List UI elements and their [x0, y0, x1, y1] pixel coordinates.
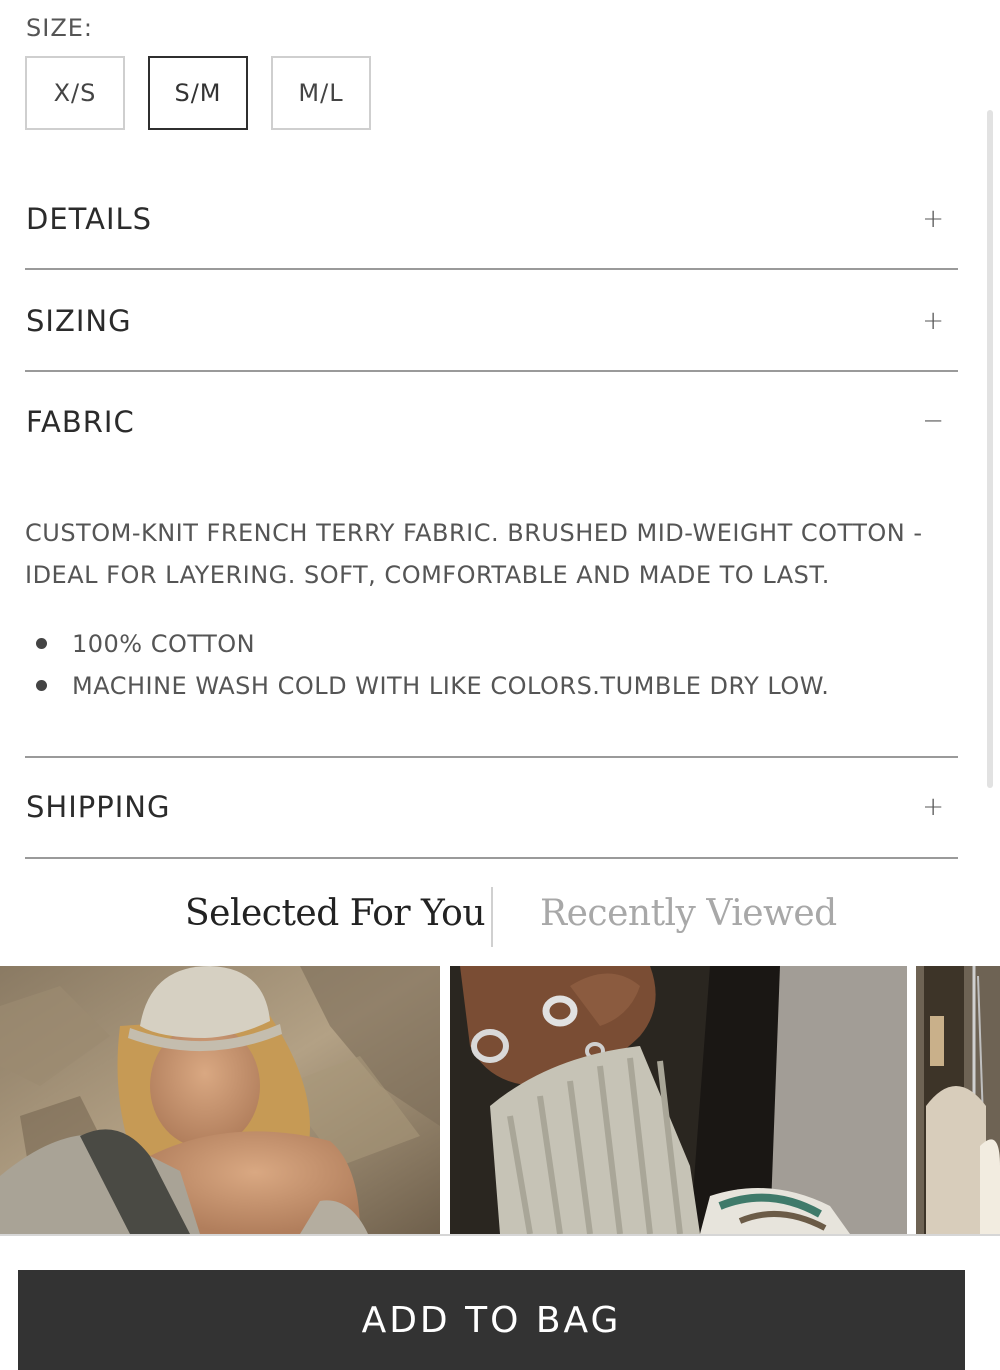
shipping-section: SHIPPING + — [25, 758, 958, 859]
product-photo-partial — [916, 966, 1000, 1234]
tab-divider — [491, 887, 493, 947]
expand-plus-icon[interactable]: + — [922, 204, 944, 234]
bullet-dot-icon — [36, 680, 47, 691]
product-photo-cap-model — [0, 966, 440, 1234]
collapse-minus-icon[interactable]: − — [922, 406, 944, 436]
add-to-bag-button[interactable]: ADD TO BAG — [18, 1270, 965, 1370]
tab-selected-for-you[interactable]: Selected For You — [185, 893, 486, 934]
size-option-xs[interactable]: X/S — [25, 56, 125, 130]
size-option-ml[interactable]: M/L — [271, 56, 371, 130]
expand-plus-icon[interactable]: + — [922, 306, 944, 336]
fabric-description: CUSTOM-KNIT FRENCH TERRY FABRIC. BRUSHED… — [25, 512, 958, 596]
sizing-section: SIZING + — [25, 270, 958, 372]
product-card-image[interactable] — [0, 966, 440, 1234]
details-header[interactable]: DETAILS + — [25, 168, 958, 270]
size-options: X/S S/M M/L — [25, 56, 371, 130]
scrollbar[interactable] — [987, 110, 993, 788]
recommendation-tabs: Selected For You Recently Viewed — [0, 885, 1000, 947]
sizing-header[interactable]: SIZING + — [25, 270, 958, 372]
size-label: SIZE: — [26, 14, 94, 42]
product-photo-knit-sleeve — [450, 966, 907, 1234]
details-title: DETAILS — [26, 202, 153, 236]
details-section: DETAILS + — [25, 168, 958, 270]
fabric-description-line: IDEAL FOR LAYERING. SOFT, COMFORTABLE AN… — [25, 561, 830, 589]
expand-plus-icon[interactable]: + — [922, 792, 944, 822]
carousel-divider — [0, 1234, 1000, 1236]
tab-recently-viewed[interactable]: Recently Viewed — [540, 893, 837, 934]
fabric-description-line: CUSTOM-KNIT FRENCH TERRY FABRIC. BRUSHED… — [25, 519, 923, 547]
fabric-bullet-item: 100% COTTON — [25, 623, 958, 665]
shipping-title: SHIPPING — [26, 790, 171, 824]
product-card-image[interactable] — [916, 966, 1000, 1234]
sizing-title: SIZING — [26, 304, 132, 338]
fabric-bullet-item: MACHINE WASH COLD WITH LIKE COLORS.TUMBL… — [25, 665, 958, 707]
fabric-bullet-text: 100% COTTON — [72, 630, 256, 658]
product-card-image[interactable] — [450, 966, 907, 1234]
bullet-dot-icon — [36, 638, 47, 649]
shipping-header[interactable]: SHIPPING + — [25, 758, 958, 859]
size-option-sm[interactable]: S/M — [148, 56, 248, 130]
fabric-bullet-list: 100% COTTON MACHINE WASH COLD WITH LIKE … — [25, 623, 958, 707]
fabric-bullet-text: MACHINE WASH COLD WITH LIKE COLORS.TUMBL… — [72, 672, 830, 700]
product-carousel[interactable] — [0, 966, 1000, 1234]
fabric-title[interactable]: FABRIC — [26, 405, 135, 439]
